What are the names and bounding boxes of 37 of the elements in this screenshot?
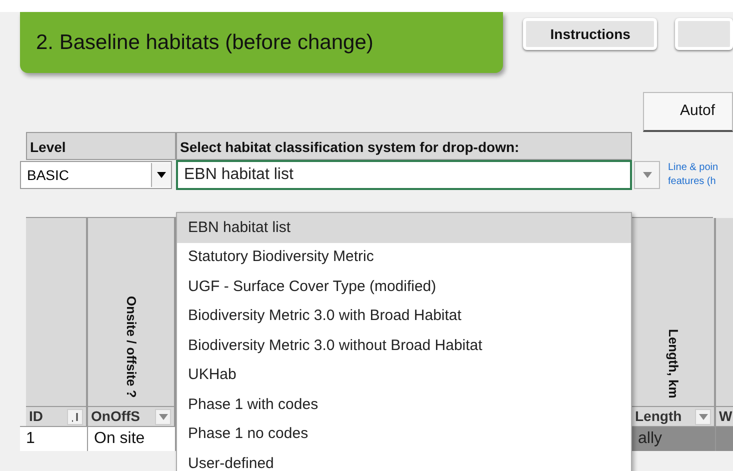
column-header: Level [26,132,176,160]
note-text: Line & poin [668,161,718,175]
table-cell: ally [632,427,716,451]
caret-icon [158,414,168,420]
classification-field[interactable]: EBN habitat list [176,160,632,190]
dropdown-option[interactable]: Biodiversity Metric 3.0 without Broad Habitat [177,331,631,360]
column-heading: Length, km [664,328,682,398]
dropdown-option[interactable]: UGF - Surface Cover Type (modified) [177,272,631,302]
instructions-button[interactable]: Instructions [523,18,658,50]
caret-icon [642,172,652,178]
column-header: Select habitat classification system for drop-down: [176,132,632,160]
caret-icon [157,172,166,178]
dropdown-option[interactable]: Phase 1 with codes [177,390,631,420]
filter-cell[interactable]: OnOffS [88,407,176,426]
sort-icon [71,412,79,422]
level-dropdown[interactable]: BASIC [20,161,172,189]
dropdown-value: BASIC [27,166,70,184]
filter-label: OnOffS [91,407,140,426]
filter-cell[interactable]: W [716,407,733,426]
table-cell: 1 [20,427,88,451]
note-text: features (h [668,175,717,189]
dropdown-option[interactable]: Biodiversity Metric 3.0 with Broad Habitat [177,302,631,331]
caret-icon [698,414,708,420]
autofit-button[interactable]: Autof [643,92,733,132]
filter-button[interactable] [67,408,83,424]
title-banner: 2. Baseline habitats (before change) [20,12,504,73]
filter-label: W [719,407,732,426]
filter-cell[interactable]: Length [632,407,716,426]
filter-cell[interactable]: ID [26,407,88,426]
filter-label: Length [635,407,682,426]
filter-label: ID [29,407,43,426]
dropdown-option[interactable]: EBN habitat list [177,213,631,242]
dropdown-option[interactable]: Statutory Biodiversity Metric [177,242,631,272]
dropdown-option[interactable]: User-defined [177,449,631,471]
dropdown-option[interactable]: Phase 1 no codes [177,420,631,449]
column-heading: Onsite / offsite ? [122,296,140,398]
dropdown-option[interactable]: UKHab [177,360,631,390]
